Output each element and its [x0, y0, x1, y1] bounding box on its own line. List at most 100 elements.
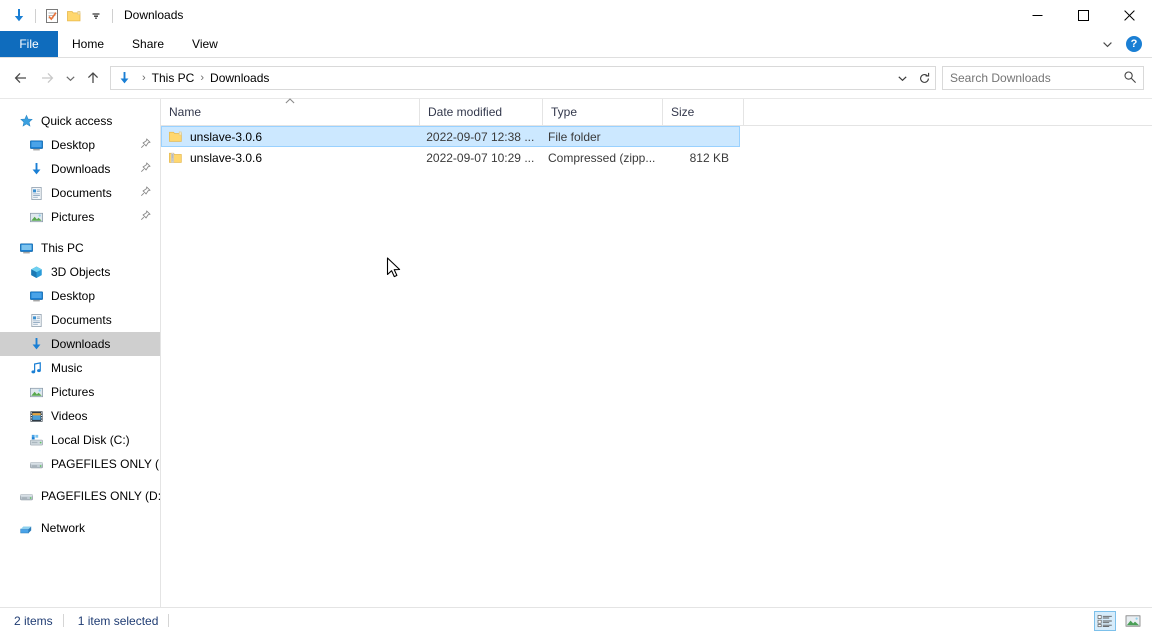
selection-count-label: 1 item selected [77, 613, 159, 628]
drive-icon [18, 488, 34, 504]
status-divider-2 [168, 614, 170, 627]
sidebar-item-label: Documents [51, 313, 112, 327]
maximize-button[interactable] [1060, 0, 1106, 31]
pin-icon[interactable] [140, 162, 151, 176]
pin-icon[interactable] [140, 138, 151, 152]
column-header-type[interactable]: Type [543, 99, 663, 125]
sidebar-item-desktop[interactable]: Desktop [0, 284, 160, 308]
address-bar-buttons [891, 67, 935, 89]
sidebar-item-downloads[interactable]: Downloads [0, 332, 160, 356]
file-rows[interactable]: unslave-3.0.6 2022-09-07 12:38 ... File … [161, 126, 1152, 607]
zip-icon [167, 150, 183, 166]
help-icon[interactable]: ? [1126, 36, 1142, 52]
3d-objects-icon [28, 264, 44, 280]
sidebar-item-label: Pictures [51, 385, 95, 399]
customize-qat-chevron-icon[interactable] [85, 5, 107, 27]
pin-icon[interactable] [140, 210, 151, 224]
sidebar-item-label: Network [41, 521, 86, 535]
properties-icon[interactable] [41, 5, 63, 27]
sidebar-item-documents-qa[interactable]: Documents [0, 181, 160, 205]
documents-icon [28, 312, 44, 328]
tab-share[interactable]: Share [118, 31, 178, 57]
item-count-label: 2 items [14, 613, 53, 628]
column-header-date-modified[interactable]: Date modified [420, 99, 543, 125]
breadcrumb-item-this-pc[interactable]: This PC [149, 68, 198, 88]
status-bar: 2 items 1 item selected [0, 607, 1152, 633]
desktop-icon [28, 288, 44, 304]
chevron-down-icon[interactable] [1098, 34, 1116, 54]
new-folder-icon[interactable] [63, 5, 85, 27]
window-controls [1014, 0, 1152, 31]
sidebar-item-label: Local Disk (C:) [51, 433, 130, 447]
pictures-icon [28, 209, 44, 225]
sidebar-group-this-pc[interactable]: This PC [0, 236, 160, 260]
sidebar-item-documents[interactable]: Documents [0, 308, 160, 332]
details-view-button[interactable] [1094, 610, 1116, 631]
file-name-cell[interactable]: unslave-3.0.6 [162, 150, 418, 166]
column-header-size[interactable]: Size [663, 99, 744, 125]
file-name-label: unslave-3.0.6 [190, 129, 263, 144]
address-bar[interactable]: › This PC › Downloads [110, 66, 936, 90]
recent-locations-button[interactable] [60, 66, 80, 90]
sidebar-item-label: Videos [51, 409, 88, 423]
address-dropdown-button[interactable] [891, 68, 913, 88]
file-date-cell: 2022-09-07 10:29 ... [426, 150, 535, 165]
back-button[interactable] [8, 66, 34, 90]
sidebar-item-music[interactable]: Music [0, 356, 160, 380]
sidebar-item-downloads-qa[interactable]: Downloads [0, 157, 160, 181]
close-button[interactable] [1106, 0, 1152, 31]
navigation-pane[interactable]: Quick access Desktop Downloads Documents… [0, 99, 161, 607]
refresh-button[interactable] [913, 68, 935, 88]
sidebar-item-desktop-qa[interactable]: Desktop [0, 133, 160, 157]
qat-divider-2 [112, 8, 113, 23]
sidebar-group-label: This PC [41, 241, 84, 255]
sidebar-item-label: Desktop [51, 289, 96, 303]
file-name-cell[interactable]: unslave-3.0.6 [162, 129, 418, 145]
sidebar-item-pictures-qa[interactable]: Pictures [0, 205, 160, 229]
breadcrumb-download-arrow-icon [116, 70, 132, 86]
sidebar-item-pictures[interactable]: Pictures [0, 380, 160, 404]
folder-icon [167, 129, 183, 145]
sidebar-item-pagefiles-only-nested[interactable]: PAGEFILES ONLY (D [0, 452, 160, 476]
column-header-name[interactable]: Name [161, 98, 420, 125]
forward-button [34, 66, 60, 90]
sidebar-item-network[interactable]: Network [0, 516, 160, 540]
breadcrumb-item-downloads[interactable]: Downloads [207, 68, 272, 88]
pin-icon[interactable] [140, 186, 151, 200]
address-bar-row: › This PC › Downloads [0, 58, 1152, 98]
up-button[interactable] [80, 66, 106, 90]
tab-home[interactable]: Home [58, 31, 118, 57]
table-row[interactable]: unslave-3.0.6 2022-09-07 10:29 ... Compr… [161, 147, 740, 168]
file-type-cell: File folder [547, 129, 601, 144]
sidebar-item-pagefiles-only-d[interactable]: PAGEFILES ONLY (D:) [0, 484, 160, 508]
sidebar-item-label: Downloads [51, 162, 111, 176]
sidebar-item-label: Documents [51, 186, 112, 200]
large-icons-view-button[interactable] [1122, 611, 1144, 631]
sidebar-group-quick-access[interactable]: Quick access [0, 109, 160, 133]
file-explorer-window: Downloads File Home Share View ? › This … [0, 0, 1152, 633]
sidebar-item-videos[interactable]: Videos [0, 404, 160, 428]
file-size-cell: 812 KB [689, 150, 729, 165]
breadcrumb-separator-0: › [142, 72, 146, 84]
sidebar-item-label: PAGEFILES ONLY (D:) [41, 489, 160, 503]
file-type-cell: Compressed (zipp... [547, 150, 656, 165]
monitor-icon [18, 240, 34, 256]
sidebar-item-label: Downloads [51, 337, 111, 351]
sidebar-item-label: Music [51, 361, 83, 375]
column-header-label: Name [169, 105, 202, 119]
table-row[interactable]: unslave-3.0.6 2022-09-07 12:38 ... File … [161, 126, 740, 147]
window-title: Downloads [124, 8, 184, 22]
search-box[interactable] [942, 66, 1144, 90]
minimize-button[interactable] [1014, 0, 1060, 31]
breadcrumb-separator-1[interactable]: › [197, 72, 207, 84]
tab-view[interactable]: View [178, 31, 232, 57]
tab-file[interactable]: File [0, 31, 58, 57]
sidebar-item-local-disk-c[interactable]: Local Disk (C:) [0, 428, 160, 452]
file-list-pane[interactable]: Name Date modified Type Size unslave-3.0… [161, 98, 1152, 607]
sidebar-item-3d-objects[interactable]: 3D Objects [0, 260, 160, 284]
search-icon[interactable] [1123, 70, 1137, 89]
search-input[interactable] [943, 70, 1122, 86]
sidebar-item-label: 3D Objects [51, 265, 111, 279]
column-headers: Name Date modified Type Size [161, 98, 1152, 126]
download-arrow-icon [28, 161, 44, 177]
